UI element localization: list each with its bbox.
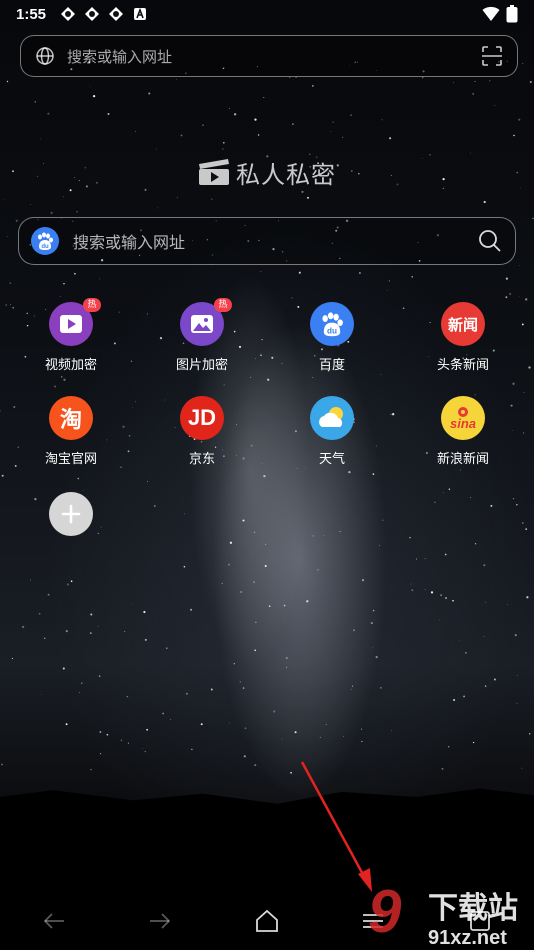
- arrow-right-icon: [150, 913, 171, 929]
- brand-logo: 私人私密: [0, 154, 534, 190]
- clapperboard-icon: [199, 159, 229, 185]
- baidu-engine-icon[interactable]: du: [31, 227, 59, 255]
- shortcut-label: 图片加密: [175, 358, 228, 373]
- search-icon[interactable]: [477, 228, 503, 254]
- plus-icon: [49, 492, 93, 536]
- search-bar[interactable]: du 搜索或输入网址: [18, 217, 516, 265]
- toutiao-icon-text: 新闻: [447, 315, 478, 334]
- brand-title: 私人私密: [236, 160, 336, 189]
- watermark-domain: 91xz.net: [428, 927, 507, 949]
- shortcut-weather[interactable]: 天气: [287, 396, 377, 467]
- address-bar[interactable]: 搜索或输入网址: [20, 35, 518, 77]
- hot-badge: 热: [83, 298, 101, 312]
- shortcut-label: 新浪新闻: [436, 452, 489, 467]
- shortcut-video-encrypt[interactable]: 热 视频加密: [26, 298, 116, 373]
- shortcut-jd[interactable]: JD 京东: [157, 396, 247, 467]
- shortcut-label: 视频加密: [44, 358, 97, 373]
- forward-button[interactable]: [142, 903, 178, 939]
- notification-icon: [85, 7, 100, 21]
- jd-icon-text: JD: [187, 405, 217, 430]
- app-a-icon: [134, 7, 147, 20]
- shortcut-baidu[interactable]: du 百度: [287, 302, 377, 373]
- shortcut-label: 淘宝官网: [44, 452, 97, 467]
- sina-icon-text: sina: [449, 415, 476, 431]
- watermark-title: 下载站: [428, 891, 518, 926]
- scan-icon[interactable]: [481, 45, 503, 67]
- globe-icon: [36, 47, 54, 65]
- video-lock-icon: 热: [49, 298, 101, 346]
- jd-icon: JD: [180, 396, 224, 440]
- shortcut-taobao[interactable]: 淘 淘宝官网: [26, 396, 116, 467]
- status-time: 1:55: [16, 5, 47, 23]
- image-lock-icon: 热: [180, 298, 232, 346]
- back-button[interactable]: [36, 903, 72, 939]
- hot-badge: 热: [214, 298, 232, 312]
- arrow-left-icon: [43, 913, 64, 929]
- search-placeholder: 搜索或输入网址: [73, 233, 186, 252]
- wifi-icon: [482, 6, 500, 21]
- shortcut-label: 百度: [318, 358, 345, 373]
- shortcut-label: 头条新闻: [436, 358, 489, 373]
- weather-icon: [310, 396, 354, 440]
- shortcut-label: 天气: [318, 452, 345, 467]
- svg-text:du: du: [327, 327, 337, 336]
- baidu-icon: du: [310, 302, 354, 346]
- shortcut-sina[interactable]: sina 新浪新闻: [418, 396, 508, 467]
- taobao-icon: 淘: [49, 396, 93, 440]
- shortcut-image-encrypt[interactable]: 热 图片加密: [157, 298, 247, 373]
- sina-icon: sina: [441, 396, 485, 440]
- address-bar-placeholder: 搜索或输入网址: [67, 47, 173, 66]
- taobao-icon-text: 淘: [59, 408, 82, 433]
- shortcut-toutiao[interactable]: 新闻 头条新闻: [418, 302, 508, 373]
- status-bar: 1:55: [0, 0, 534, 28]
- toutiao-icon: 新闻: [441, 302, 485, 346]
- home-button[interactable]: [249, 903, 285, 939]
- watermark-logo: 9 下载站 91xz.net: [360, 878, 534, 950]
- notification-icon: [61, 7, 76, 21]
- home-icon: [256, 909, 278, 932]
- add-shortcut-button[interactable]: [26, 492, 116, 536]
- svg-text:du: du: [41, 244, 49, 250]
- notification-icon: [109, 7, 124, 21]
- shortcut-label: 京东: [188, 452, 215, 467]
- watermark-number: 9: [368, 880, 402, 945]
- battery-icon: [506, 5, 518, 23]
